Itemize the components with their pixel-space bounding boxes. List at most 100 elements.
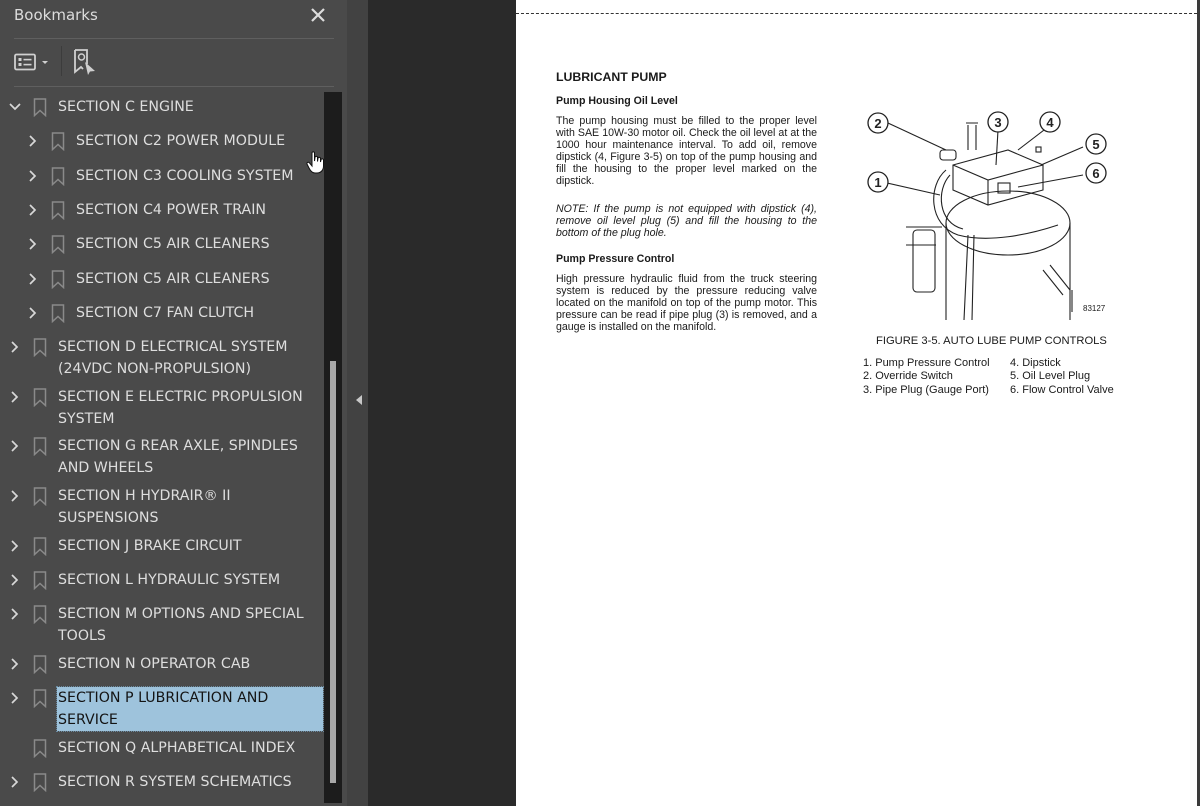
callout-4: 4 — [1039, 111, 1061, 133]
figure-caption: FIGURE 3-5. AUTO LUBE PUMP CONTROLS — [876, 335, 1107, 347]
callout-6: 6 — [1085, 162, 1107, 184]
bookmark-label: SECTION C4 POWER TRAIN — [76, 201, 266, 218]
bookmark-label: SECTION C7 FAN CLUTCH — [76, 304, 255, 321]
bookmark-item[interactable]: SECTION J BRAKE CIRCUIT — [0, 535, 324, 557]
list-options-icon — [14, 53, 36, 71]
chevron-right-icon[interactable] — [26, 237, 40, 251]
bookmark-item[interactable]: SECTION L HYDRAULIC SYSTEM — [0, 569, 324, 591]
chevron-right-icon[interactable] — [8, 340, 22, 354]
callout-1: 1 — [867, 171, 889, 193]
bookmark-icon — [51, 304, 65, 323]
bookmark-icon — [51, 166, 65, 186]
chevron-right-icon[interactable] — [8, 390, 22, 404]
bookmark-icon — [33, 98, 47, 117]
bookmark-label: SECTION H HYDRAIR® II SUSPENSIONS — [58, 487, 231, 526]
divider — [14, 86, 334, 87]
bookmark-item[interactable]: SECTION H HYDRAIR® II SUSPENSIONS — [0, 485, 324, 529]
bookmarks-scrollbar-thumb[interactable] — [330, 361, 336, 783]
bookmark-item[interactable]: SECTION C ENGINE — [0, 96, 324, 118]
chevron-down-icon[interactable] — [8, 100, 22, 114]
bookmark-icon — [33, 773, 47, 792]
bookmark-item[interactable]: SECTION C7 FAN CLUTCH — [0, 302, 324, 324]
bookmark-item[interactable]: SECTION E ELECTRIC PROPULSION SYSTEM — [0, 386, 324, 430]
legend-right-column: 4. Dipstick 5. Oil Level Plug 6. Flow Co… — [1010, 357, 1114, 397]
panel-title: Bookmarks — [14, 6, 98, 24]
svg-text:4: 4 — [1046, 115, 1054, 130]
section-heading: LUBRICANT PUMP — [556, 70, 667, 84]
chevron-right-icon[interactable] — [8, 607, 22, 621]
collapse-left-icon — [356, 395, 362, 405]
chevron-right-icon[interactable] — [26, 272, 40, 286]
bookmark-item[interactable]: SECTION C5 AIR CLEANERS — [0, 233, 324, 255]
bookmark-icon — [33, 654, 47, 674]
bookmark-icon — [51, 269, 65, 289]
bookmark-item[interactable]: SECTION M OPTIONS AND SPECIAL TOOLS — [0, 603, 324, 647]
bookmark-label: SECTION J BRAKE CIRCUIT — [58, 537, 242, 554]
bookmark-item[interactable]: SECTION C2 POWER MODULE — [0, 130, 324, 152]
toolbar-separator — [61, 46, 62, 76]
page-break-line — [516, 13, 1197, 14]
chevron-right-icon[interactable] — [8, 573, 22, 587]
chevron-right-icon[interactable] — [26, 306, 40, 320]
bookmark-label: SECTION C2 POWER MODULE — [76, 133, 286, 150]
svg-text:6: 6 — [1092, 166, 1099, 181]
divider — [14, 38, 334, 39]
paragraph-pressure-control: High pressure hydraulic fluid from the t… — [556, 273, 817, 334]
svg-text:2: 2 — [874, 116, 881, 131]
bookmarks-panel: Bookmarks SECTION C ENGINE SECTION C2 POW… — [0, 0, 347, 806]
subheading-oil-level: Pump Housing Oil Level — [556, 95, 678, 107]
bookmark-label: SECTION P LUBRICATION AND SERVICE — [56, 686, 324, 732]
legend-item: 1. Pump Pressure Control — [863, 357, 990, 369]
bookmark-item[interactable]: SECTION G REAR AXLE, SPINDLES AND WHEELS — [0, 435, 324, 479]
legend-item: 4. Dipstick — [1010, 357, 1061, 369]
close-icon — [311, 8, 325, 22]
bookmark-options-button[interactable] — [14, 48, 54, 76]
bookmark-item[interactable]: SECTION C4 POWER TRAIN — [0, 199, 324, 221]
bookmark-label: SECTION E ELECTRIC PROPULSION SYSTEM — [58, 388, 303, 427]
bookmark-icon — [33, 487, 47, 506]
chevron-right-icon[interactable] — [8, 489, 22, 503]
svg-text:1: 1 — [874, 175, 881, 190]
bookmark-label: SECTION G REAR AXLE, SPINDLES AND WHEELS — [58, 438, 298, 477]
bookmark-item[interactable]: SECTION C5 AIR CLEANERS — [0, 268, 324, 290]
bookmark-item[interactable]: SECTION D ELECTRICAL SYSTEM (24VDC NON-P… — [0, 336, 324, 380]
bookmark-item[interactable]: SECTION N OPERATOR CAB — [0, 653, 324, 675]
find-current-bookmark-icon — [74, 49, 95, 75]
bookmark-label: SECTION C3 COOLING SYSTEM — [76, 167, 294, 184]
legend-item: 3. Pipe Plug (Gauge Port) — [863, 383, 989, 396]
legend-item: 2. Override Switch — [863, 370, 953, 383]
chevron-right-icon[interactable] — [8, 657, 22, 671]
bookmark-label: SECTION M OPTIONS AND SPECIAL TOOLS — [58, 606, 304, 645]
chevron-right-icon[interactable] — [8, 439, 22, 453]
pump-figure: 2 3 4 5 6 1 — [867, 111, 1107, 320]
bookmark-icon — [33, 387, 47, 407]
bookmark-icon — [51, 132, 65, 152]
bookmark-icon — [51, 235, 65, 255]
chevron-right-icon[interactable] — [26, 134, 40, 148]
callout-3: 3 — [987, 111, 1009, 133]
callout-2: 2 — [867, 112, 889, 134]
chevron-right-icon[interactable] — [8, 691, 22, 705]
chevron-right-icon[interactable] — [8, 539, 22, 553]
chevron-right-icon[interactable] — [26, 169, 40, 183]
collapse-panel-button[interactable] — [354, 393, 364, 405]
close-panel-button[interactable] — [306, 3, 330, 27]
bookmark-icon — [33, 738, 47, 758]
find-current-bookmark-button[interactable] — [70, 46, 98, 78]
bookmark-icon — [33, 338, 47, 358]
bookmark-icon — [51, 201, 65, 220]
legend-item: 6. Flow Control Valve — [1010, 383, 1114, 396]
bookmark-icon — [33, 437, 47, 457]
bookmark-item[interactable]: SECTION P LUBRICATION AND SERVICE — [0, 686, 324, 732]
callout-5: 5 — [1085, 133, 1107, 155]
chevron-down-icon — [42, 61, 48, 64]
bookmark-item[interactable]: SECTION R SYSTEM SCHEMATICS — [0, 771, 324, 793]
figure-id: 83127 — [1083, 304, 1106, 313]
paragraph-oil-level: The pump housing must be filled to the p… — [556, 115, 817, 188]
bookmark-label: SECTION C ENGINE — [58, 99, 194, 115]
chevron-right-icon[interactable] — [8, 775, 22, 789]
bookmark-item[interactable]: SECTION C3 COOLING SYSTEM — [0, 165, 324, 187]
chevron-right-icon[interactable] — [26, 203, 40, 217]
bookmark-item[interactable]: SECTION Q ALPHABETICAL INDEX — [0, 737, 324, 759]
svg-text:5: 5 — [1092, 137, 1099, 152]
